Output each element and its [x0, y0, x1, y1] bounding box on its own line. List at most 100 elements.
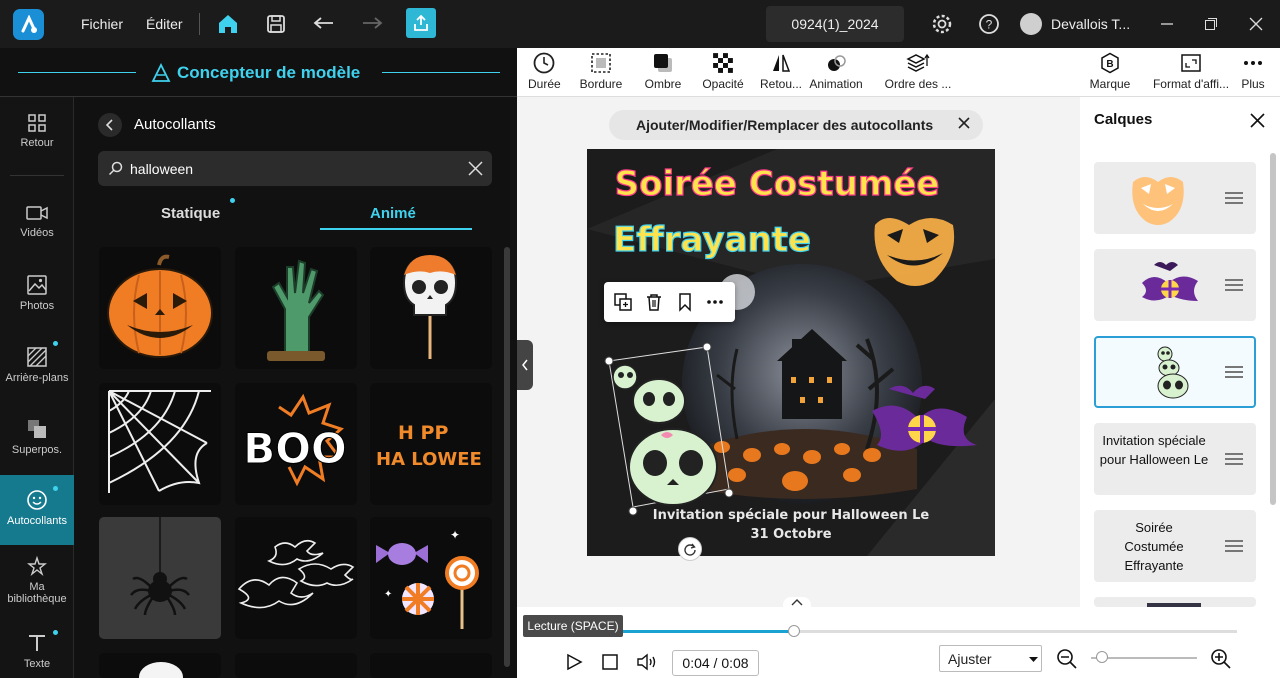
- tool-more[interactable]: Plus: [1240, 52, 1266, 91]
- tool-format[interactable]: Format d'affi...: [1151, 52, 1231, 91]
- rail-item-text[interactable]: Texte: [0, 632, 74, 670]
- tool-duration[interactable]: Durée: [528, 52, 561, 91]
- share-icon: [414, 14, 428, 31]
- rail-label: Retour: [20, 137, 54, 149]
- sticker-bats[interactable]: [235, 517, 357, 639]
- drag-handle-icon[interactable]: [1225, 192, 1243, 204]
- zoom-in-icon[interactable]: [1210, 648, 1232, 670]
- zoom-slider-knob[interactable]: [1095, 651, 1108, 663]
- sticker-partial[interactable]: [99, 653, 221, 678]
- clear-search-icon[interactable]: [468, 161, 483, 176]
- rail-item-stickers[interactable]: Autocollants: [0, 475, 74, 545]
- rail-item-photos[interactable]: Photos: [0, 274, 74, 312]
- close-layers-icon[interactable]: [1250, 113, 1265, 128]
- tool-shadow[interactable]: Ombre: [643, 52, 683, 91]
- duplicate-icon[interactable]: [613, 292, 633, 312]
- sticker-spider-web[interactable]: [99, 383, 221, 505]
- app-logo-icon[interactable]: [13, 9, 44, 40]
- timeline-track[interactable]: [523, 625, 1237, 637]
- fit-label: Ajuster: [948, 651, 992, 667]
- sticker-skull-lollipop[interactable]: [370, 247, 492, 369]
- search-box[interactable]: [98, 151, 492, 186]
- sticker-partial[interactable]: [370, 653, 492, 678]
- design-caption-line-1[interactable]: Invitation spéciale pour Halloween Le: [653, 508, 930, 523]
- sticker-candies[interactable]: ✦ ✦: [370, 517, 492, 639]
- drag-handle-icon[interactable]: [1225, 279, 1243, 291]
- volume-icon[interactable]: [636, 652, 658, 672]
- restore-icon[interactable]: [1199, 12, 1223, 36]
- sticker-boo[interactable]: BOO: [235, 383, 357, 505]
- settings-icon[interactable]: [930, 12, 954, 36]
- trash-icon[interactable]: [644, 292, 664, 312]
- panel-scrollbar[interactable]: [504, 247, 510, 667]
- design-canvas[interactable]: Soirée Costumée Effrayante Invitation sp…: [587, 149, 995, 556]
- drag-handle-icon[interactable]: [1225, 540, 1243, 552]
- search-input[interactable]: [130, 159, 450, 179]
- tool-label: Animation: [809, 77, 863, 91]
- rail-item-videos[interactable]: Vidéos: [0, 203, 74, 239]
- close-window-icon[interactable]: [1244, 12, 1268, 36]
- redo-icon[interactable]: [360, 12, 384, 36]
- project-name[interactable]: 0924(1)_2024: [766, 6, 904, 42]
- menu-file[interactable]: Fichier: [81, 16, 123, 32]
- dropdown-arrow-icon: [1029, 657, 1038, 662]
- tab-animated[interactable]: Animé: [370, 205, 416, 222]
- more-icon[interactable]: [705, 292, 725, 312]
- play-icon[interactable]: [565, 653, 583, 671]
- drag-handle-icon[interactable]: [1225, 453, 1243, 465]
- tool-opacity[interactable]: Opacité: [701, 52, 745, 91]
- bookmark-icon[interactable]: [675, 292, 695, 312]
- save-icon[interactable]: [264, 12, 288, 36]
- time-display: 0:04 / 0:08: [672, 650, 759, 676]
- help-icon[interactable]: ?: [977, 12, 1001, 36]
- design-caption-line-2[interactable]: 31 Octobre: [750, 527, 831, 542]
- back-button[interactable]: [98, 113, 122, 137]
- tool-brand[interactable]: B Marque: [1089, 52, 1131, 91]
- design-title-line-1[interactable]: Soirée Costumée: [614, 163, 940, 204]
- home-icon[interactable]: [216, 12, 240, 36]
- tool-border[interactable]: Bordure: [579, 52, 623, 91]
- rail-item-library[interactable]: Ma bibliothèque: [0, 555, 74, 605]
- export-button[interactable]: [406, 8, 436, 38]
- layer-item[interactable]: [1094, 162, 1256, 234]
- avatar[interactable]: [1020, 13, 1042, 35]
- rail-item-back[interactable]: Retour: [0, 113, 74, 149]
- design-title-line-2[interactable]: Effrayante: [612, 219, 811, 260]
- menu-edit[interactable]: Éditer: [146, 16, 183, 32]
- sticker-spider[interactable]: [99, 517, 221, 639]
- layers-scrollbar[interactable]: [1270, 153, 1276, 505]
- moon-icon: [139, 662, 183, 678]
- rotate-handle[interactable]: [678, 537, 702, 561]
- stop-icon[interactable]: [601, 653, 619, 671]
- undo-icon[interactable]: [312, 12, 336, 36]
- layer-item[interactable]: [1094, 249, 1256, 321]
- layer-item-selected[interactable]: [1094, 336, 1256, 408]
- layer-item[interactable]: Invitation spéciale pour Halloween Le: [1094, 423, 1256, 495]
- properties-toolbar: Durée Bordure Ombre Opacité Retou... Ani…: [517, 48, 1280, 97]
- zoom-out-icon[interactable]: [1056, 648, 1078, 670]
- layer-item[interactable]: [1094, 597, 1256, 607]
- tool-flip[interactable]: Retou...: [758, 52, 804, 91]
- overlay-icon: [28, 420, 46, 438]
- minimize-icon[interactable]: [1155, 12, 1179, 36]
- collapse-panel-button[interactable]: [517, 340, 533, 390]
- expand-timeline-button[interactable]: [783, 597, 811, 607]
- header-rule-right: [382, 72, 500, 73]
- username[interactable]: Devallois T...: [1051, 16, 1130, 32]
- sticker-happy-halloween[interactable]: H PP HA LOWEE: [370, 383, 492, 505]
- rail-item-backgrounds[interactable]: Arrière-plans: [0, 346, 74, 384]
- timeline-scrubber[interactable]: [788, 625, 801, 637]
- zoom-fit-dropdown[interactable]: Ajuster: [939, 645, 1042, 672]
- zoom-slider[interactable]: [1091, 651, 1197, 663]
- layer-item[interactable]: Soirée Costumée Effrayante: [1094, 510, 1256, 582]
- boo-icon: BOO: [243, 393, 347, 487]
- tool-order[interactable]: Ordre des ...: [883, 52, 953, 91]
- drag-handle-icon[interactable]: [1225, 366, 1243, 378]
- sticker-pumpkin[interactable]: [99, 247, 221, 369]
- tab-static[interactable]: Statique: [161, 205, 220, 222]
- close-banner-icon[interactable]: [958, 117, 970, 129]
- sticker-zombie-hand[interactable]: [235, 247, 357, 369]
- tool-animation[interactable]: Animation: [807, 52, 865, 91]
- sticker-partial[interactable]: [235, 653, 357, 678]
- rail-item-overlays[interactable]: Superpos.: [0, 418, 74, 456]
